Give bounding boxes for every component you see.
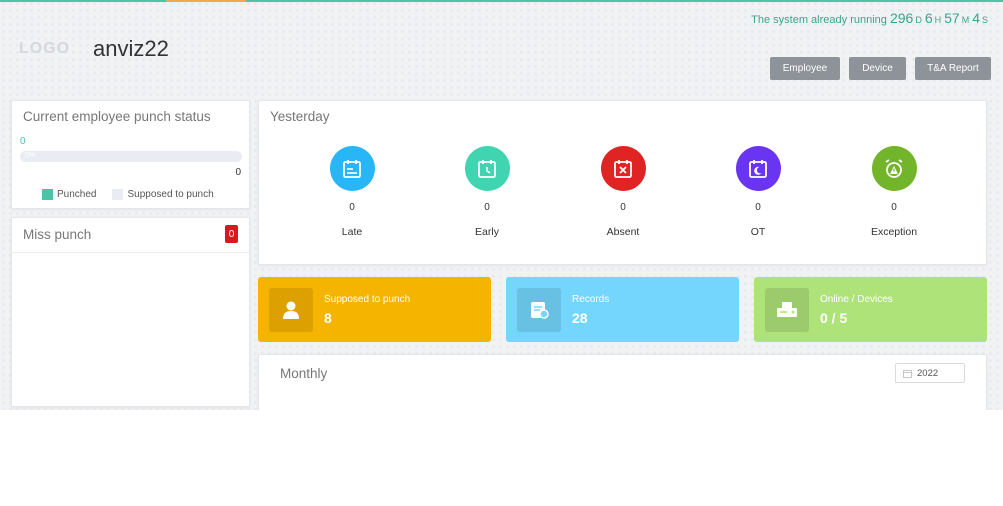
company-name: anviz22 — [93, 36, 169, 61]
legend-supposed[interactable]: Supposed to punch — [112, 189, 214, 200]
miss-punch-divider — [12, 252, 249, 253]
logo: LOGO — [19, 40, 71, 57]
uptime-hours: 6 — [924, 10, 933, 26]
device-button[interactable]: Device — [849, 57, 906, 80]
records-icon — [517, 288, 561, 332]
year-picker-value: 2022 — [917, 367, 939, 379]
stat-exception-label: Exception — [870, 226, 918, 238]
stat-late-label: Late — [341, 226, 363, 238]
monthly-card: Monthly 2022 — [258, 354, 987, 410]
legend-punched[interactable]: Punched — [42, 189, 96, 200]
uptime-prefix: The system already running — [751, 14, 887, 26]
stat-absent-label: Absent — [606, 226, 640, 238]
legend-punched-swatch — [42, 189, 53, 200]
top-nav: Employee Device T&A Report — [770, 57, 991, 80]
tile-supposed-to-punch[interactable]: Supposed to punch 8 — [258, 277, 491, 342]
stat-exception[interactable]: 0 Exception — [849, 146, 939, 238]
stat-late-value: 0 — [349, 202, 355, 213]
year-picker[interactable]: 2022 — [895, 363, 965, 383]
stat-early-label: Early — [475, 226, 499, 238]
tile-devices-value: 0 / 5 — [820, 310, 848, 326]
stat-late[interactable]: 0 Late — [307, 146, 397, 238]
stat-exception-value: 0 — [891, 202, 897, 213]
calendar-moon-icon — [735, 146, 781, 191]
legend-punched-label: Punched — [57, 189, 97, 200]
miss-punch-card: Miss punch 0 — [11, 217, 250, 407]
stat-early[interactable]: 0 Early — [442, 146, 532, 238]
punch-progress-text: 0% — [25, 152, 36, 159]
punched-count: 0 — [20, 136, 26, 147]
punch-total: 0 — [235, 167, 241, 178]
punch-status-title: Current employee punch status — [23, 109, 211, 124]
user-icon — [269, 288, 313, 332]
tile-devices-label: Online / Devices — [820, 294, 893, 305]
tile-records-label: Records — [572, 294, 610, 305]
miss-punch-badge: 0 — [225, 225, 238, 243]
tile-online-devices[interactable]: Online / Devices 0 / 5 — [754, 277, 987, 342]
uptime-seconds-unit: S — [981, 15, 988, 25]
tile-records-value: 28 — [572, 310, 588, 326]
ta-report-button[interactable]: T&A Report — [915, 57, 991, 80]
uptime-seconds: 4 — [972, 10, 980, 26]
punch-legend: Punched Supposed to punch — [42, 189, 214, 200]
employee-button[interactable]: Employee — [770, 57, 840, 80]
tile-supposed-value: 8 — [324, 310, 332, 326]
alarm-warning-icon — [871, 146, 917, 191]
uptime-days: 296 — [889, 10, 914, 26]
device-icon — [765, 288, 809, 332]
punch-progress-bar: 0% — [20, 151, 242, 162]
monthly-title: Monthly — [280, 366, 328, 381]
miss-punch-title: Miss punch — [23, 227, 92, 242]
punch-status-card: Current employee punch status 0 0% 0 Pun… — [11, 100, 250, 209]
yesterday-card: Yesterday 0 Late 0 Early 0 Absent 0 OT 0… — [258, 100, 987, 265]
legend-supposed-swatch — [112, 189, 124, 200]
tile-supposed-label: Supposed to punch — [324, 294, 411, 305]
tile-records[interactable]: Records 28 — [506, 277, 739, 342]
calendar-x-icon — [600, 146, 646, 191]
stat-ot-label: OT — [750, 226, 766, 238]
stat-ot[interactable]: 0 OT — [713, 146, 803, 238]
stat-early-value: 0 — [484, 202, 490, 213]
stat-absent[interactable]: 0 Absent — [578, 146, 668, 238]
uptime-days-unit: D — [915, 15, 922, 25]
uptime-minutes-unit: M — [961, 15, 970, 25]
stat-ot-value: 0 — [755, 202, 761, 213]
calendar-late-icon — [329, 146, 375, 191]
yesterday-title: Yesterday — [270, 109, 330, 124]
top-accent-line — [0, 0, 1003, 2]
dashboard: LOGO anviz22 The system already running … — [0, 0, 1003, 410]
system-uptime: The system already running 296 D 6 H 57 M 4 S — [751, 10, 991, 26]
calendar-clock-icon — [464, 146, 510, 191]
uptime-minutes: 57 — [944, 10, 960, 26]
uptime-hours-unit: H — [934, 15, 942, 25]
legend-supposed-label: Supposed to punch — [127, 189, 214, 200]
top-accent-highlight — [166, 0, 246, 2]
stat-absent-value: 0 — [620, 202, 626, 213]
calendar-icon — [903, 369, 912, 378]
